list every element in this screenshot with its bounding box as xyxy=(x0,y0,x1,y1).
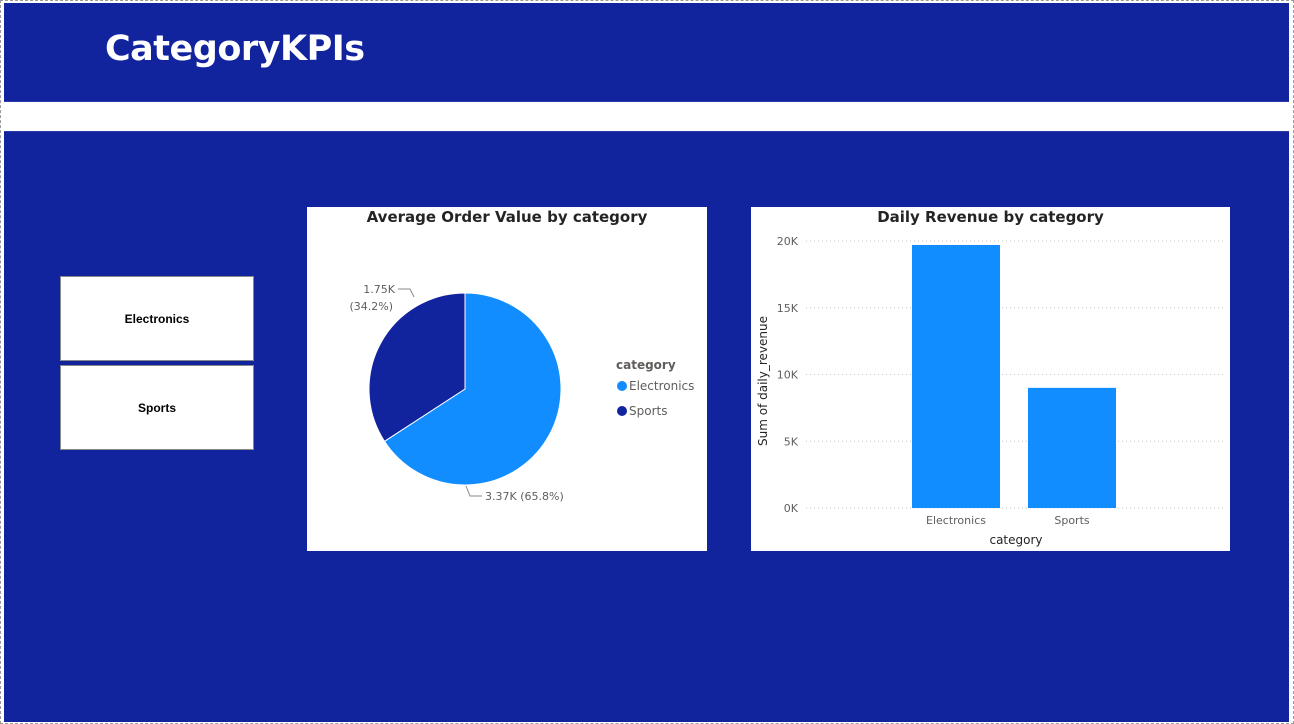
y-tick-label: 10K xyxy=(777,369,799,382)
y-axis-title: Sum of daily_revenue xyxy=(756,316,770,446)
legend-title: category xyxy=(616,358,676,372)
x-tick-label-electronics: Electronics xyxy=(926,514,986,527)
slicer-button-sports[interactable]: Sports xyxy=(60,365,254,450)
sports-data-label-pct: (34.2%) xyxy=(349,300,393,313)
legend-marker-electronics xyxy=(617,381,627,391)
y-tick-label: 0K xyxy=(784,502,799,515)
bar-sports[interactable] xyxy=(1028,387,1116,508)
header-divider xyxy=(4,101,1289,132)
header-banner: CategoryKPIs xyxy=(4,3,1289,101)
y-tick-label: 15K xyxy=(777,302,799,315)
y-tick-label: 20K xyxy=(777,235,799,248)
slicer-button-electronics[interactable]: Electronics xyxy=(60,276,254,361)
x-axis-title: category xyxy=(989,533,1042,547)
legend-marker-sports xyxy=(617,406,627,416)
legend-item-sports[interactable]: Sports xyxy=(629,404,667,418)
page-title: CategoryKPIs xyxy=(105,29,365,69)
x-tick-label-sports: Sports xyxy=(1054,514,1090,527)
pie-chart-visual[interactable]: Average Order Value by category 1.75K (3… xyxy=(307,207,707,551)
bar-chart-visual[interactable]: Daily Revenue by category 20K 15K 10K 5K 0K … xyxy=(751,207,1230,551)
electronics-data-label: 3.37K (65.8%) xyxy=(485,490,564,503)
sports-data-label-value: 1.75K xyxy=(363,283,395,296)
sports-leader-line xyxy=(398,288,415,298)
bar-electronics[interactable] xyxy=(912,245,1000,508)
legend-item-electronics[interactable]: Electronics xyxy=(629,379,694,393)
electronics-leader-line xyxy=(465,485,482,497)
report-canvas: CategoryKPIs Electronics Sports Average … xyxy=(0,0,1294,724)
y-tick-label: 5K xyxy=(784,435,799,448)
